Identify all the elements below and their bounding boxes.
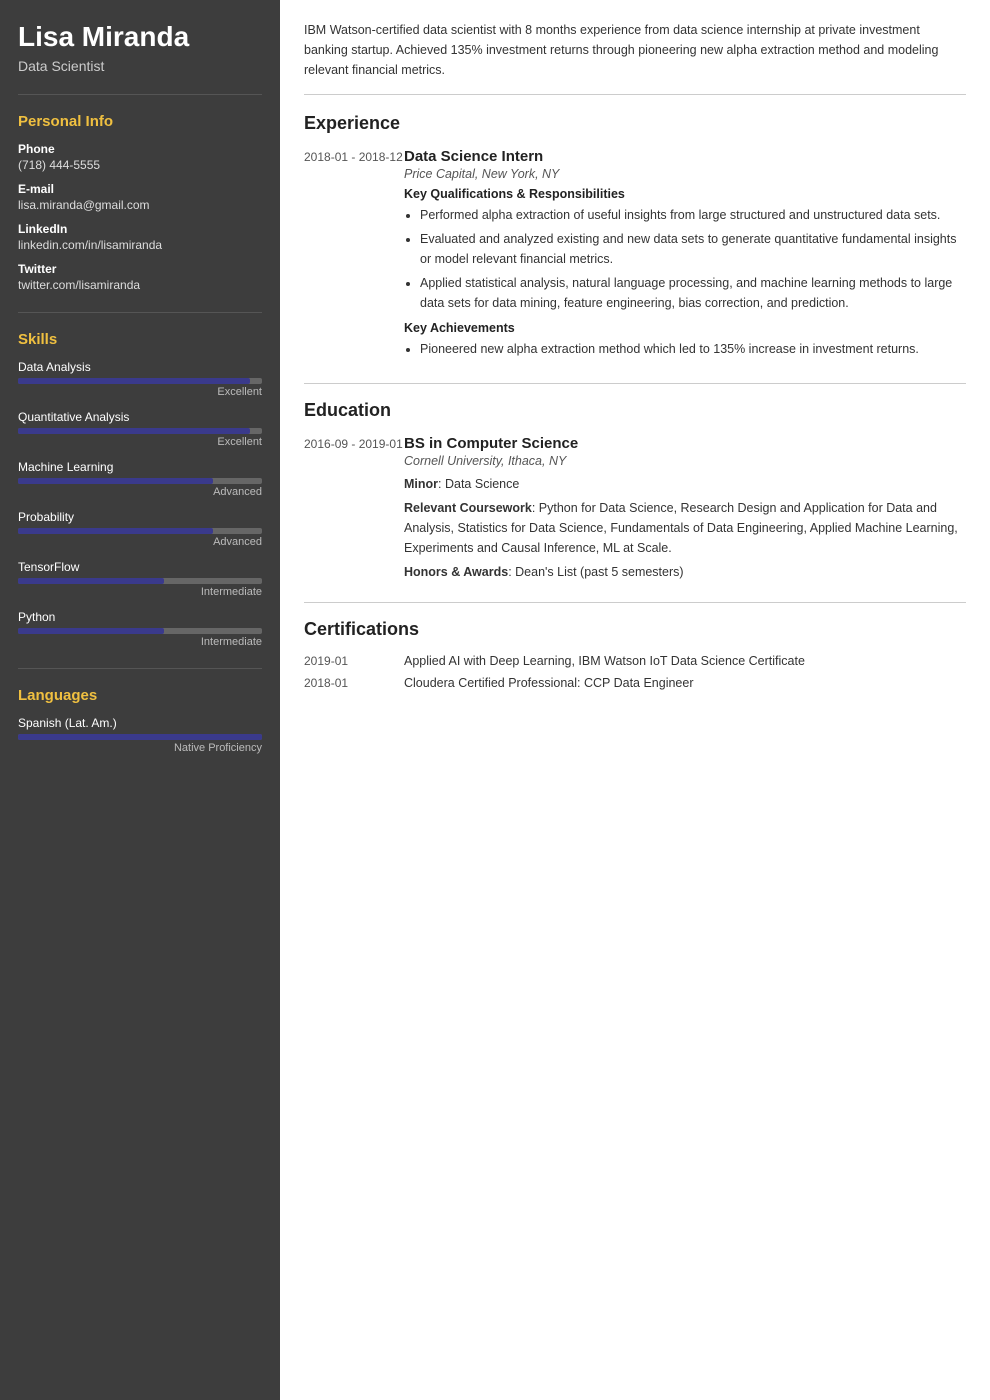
education-section: Education 2016-09 - 2019-01 BS in Comput… xyxy=(304,400,966,586)
education-entry: 2016-09 - 2019-01 BS in Computer Science… xyxy=(304,435,966,586)
skill-name: Data Analysis xyxy=(18,360,262,374)
bullet-item: Performed alpha extraction of useful ins… xyxy=(420,205,966,225)
experience-title: Experience xyxy=(304,113,966,134)
cert-text: Cloudera Certified Professional: CCP Dat… xyxy=(404,676,694,690)
skill-bar-fill xyxy=(18,478,213,484)
skills-section: Skills Data Analysis Excellent Quantitativ… xyxy=(18,312,262,648)
skill-bar-container xyxy=(18,528,262,534)
bullet-item: Applied statistical analysis, natural la… xyxy=(420,273,966,313)
experience-entry: 2018-01 - 2018-12 Data Science Intern Pr… xyxy=(304,148,966,367)
achievement-bullet-item: Pioneered new alpha extraction method wh… xyxy=(420,339,966,359)
skill-name: TensorFlow xyxy=(18,560,262,574)
qualifications-bullets: Performed alpha extraction of useful ins… xyxy=(404,205,966,313)
cert-date: 2018-01 xyxy=(304,676,404,690)
company: Price Capital, New York, NY xyxy=(404,167,966,181)
coursework-label: Relevant Coursework xyxy=(404,501,532,515)
skill-level: Excellent xyxy=(18,436,262,448)
twitter-value: twitter.com/lisamiranda xyxy=(18,278,262,292)
honors-line: Honors & Awards: Dean's List (past 5 sem… xyxy=(404,562,966,582)
certifications-section: Certifications 2019-01Applied AI with De… xyxy=(304,619,966,690)
candidate-title: Data Scientist xyxy=(18,58,262,74)
language-bar-container xyxy=(18,734,262,740)
skill-bar-fill xyxy=(18,628,164,634)
skill-bar-fill xyxy=(18,378,250,384)
minor-label: Minor xyxy=(404,477,438,491)
certifications-title: Certifications xyxy=(304,619,966,640)
languages-section: Languages Spanish (Lat. Am.) Native Profi… xyxy=(18,668,262,754)
experience-body: Data Science Intern Price Capital, New Y… xyxy=(404,148,966,367)
phone-label: Phone xyxy=(18,142,262,156)
job-title: Data Science Intern xyxy=(404,148,966,165)
education-title: Education xyxy=(304,400,966,421)
personal-info-title: Personal Info xyxy=(18,113,262,130)
skill-bar-fill xyxy=(18,578,164,584)
skill-level: Advanced xyxy=(18,536,262,548)
skills-list: Data Analysis Excellent Quantitative Analy… xyxy=(18,360,262,648)
skill-bar-container xyxy=(18,428,262,434)
twitter-label: Twitter xyxy=(18,262,262,276)
skill-level: Intermediate xyxy=(18,636,262,648)
language-name: Spanish (Lat. Am.) xyxy=(18,716,262,730)
experience-date: 2018-01 - 2018-12 xyxy=(304,148,404,367)
skill-name: Probability xyxy=(18,510,262,524)
achievements-title: Key Achievements xyxy=(404,321,966,335)
phone-value: (718) 444-5555 xyxy=(18,158,262,172)
skill-name: Python xyxy=(18,610,262,624)
qualifications-title: Key Qualifications & Responsibilities xyxy=(404,187,966,201)
divider-education xyxy=(304,383,966,384)
divider-certifications xyxy=(304,602,966,603)
skill-name: Quantitative Analysis xyxy=(18,410,262,424)
skill-bar-fill xyxy=(18,428,250,434)
coursework-line: Relevant Coursework: Python for Data Sci… xyxy=(404,498,966,558)
skill-bar-container xyxy=(18,378,262,384)
experience-section: Experience 2018-01 - 2018-12 Data Scienc… xyxy=(304,113,966,367)
linkedin-label: LinkedIn xyxy=(18,222,262,236)
skill-level: Intermediate xyxy=(18,586,262,598)
personal-info-section: Personal Info Phone (718) 444-5555 E-mai… xyxy=(18,94,262,292)
skill-bar-container xyxy=(18,578,262,584)
linkedin-value: linkedin.com/in/lisamiranda xyxy=(18,238,262,252)
skill-bar-container xyxy=(18,478,262,484)
cert-text: Applied AI with Deep Learning, IBM Watso… xyxy=(404,654,805,668)
summary-text: IBM Watson-certified data scientist with… xyxy=(304,20,966,95)
skill-bar-fill xyxy=(18,528,213,534)
skills-title: Skills xyxy=(18,331,262,348)
skill-level: Excellent xyxy=(18,386,262,398)
minor-value: Data Science xyxy=(445,477,519,491)
achievements-bullets: Pioneered new alpha extraction method wh… xyxy=(404,339,966,359)
language-bar-fill xyxy=(18,734,262,740)
skill-level: Advanced xyxy=(18,486,262,498)
minor-line: Minor: Data Science xyxy=(404,474,966,494)
honors-label: Honors & Awards xyxy=(404,565,508,579)
skill-bar-container xyxy=(18,628,262,634)
languages-list: Spanish (Lat. Am.) Native Proficiency xyxy=(18,716,262,754)
skill-name: Machine Learning xyxy=(18,460,262,474)
honors-value: Dean's List (past 5 semesters) xyxy=(515,565,683,579)
language-level: Native Proficiency xyxy=(18,742,262,754)
certifications-list: 2019-01Applied AI with Deep Learning, IB… xyxy=(304,654,966,690)
sidebar: Lisa Miranda Data Scientist Personal Inf… xyxy=(0,0,280,1400)
bullet-item: Evaluated and analyzed existing and new … xyxy=(420,229,966,269)
degree: BS in Computer Science xyxy=(404,435,966,452)
cert-date: 2019-01 xyxy=(304,654,404,668)
institution: Cornell University, Ithaca, NY xyxy=(404,454,966,468)
email-value: lisa.miranda@gmail.com xyxy=(18,198,262,212)
certification-entry: 2018-01Cloudera Certified Professional: … xyxy=(304,676,966,690)
edu-body: BS in Computer Science Cornell Universit… xyxy=(404,435,966,586)
edu-date: 2016-09 - 2019-01 xyxy=(304,435,404,586)
languages-title: Languages xyxy=(18,687,262,704)
certification-entry: 2019-01Applied AI with Deep Learning, IB… xyxy=(304,654,966,668)
main-content: IBM Watson-certified data scientist with… xyxy=(280,0,990,1400)
email-label: E-mail xyxy=(18,182,262,196)
candidate-name: Lisa Miranda xyxy=(18,20,262,54)
